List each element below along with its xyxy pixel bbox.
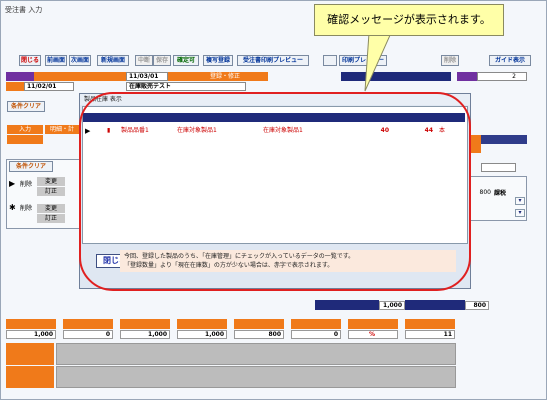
condition-clear-button-2[interactable]: 条件クリア <box>9 161 53 172</box>
stock-grid-header <box>83 113 465 122</box>
row1-change-button[interactable]: 変更 <box>37 177 65 186</box>
remarks-label-2 <box>6 366 54 388</box>
toolbar-blank-button[interactable] <box>323 55 337 66</box>
dialog-note: 今回、登録した製品のうち、「在庫管理」にチェックが入っているデータの一覧です。 … <box>120 250 456 272</box>
summary-label-6 <box>291 319 341 329</box>
status-badge: 登録・修正 <box>208 72 268 81</box>
summary-label-2 <box>63 319 113 329</box>
callout-bubble: 確認メッセージが表示されます。 <box>314 4 504 36</box>
dialog-note-line-1: 今回、登録した製品のうち、「在庫管理」にチェックが入っているデータの一覧です。 <box>124 253 355 260</box>
row1-delete-label: 削除 <box>20 181 33 188</box>
stock-row-name: 在庫対象製品1 <box>177 127 217 134</box>
guide-display-button[interactable]: ガイド表示 <box>489 55 531 66</box>
taxable-label: 課税 <box>494 190 507 197</box>
header-label-orange-1 <box>34 72 126 81</box>
chevron-down-icon-2[interactable]: ▾ <box>515 209 525 217</box>
summary-value-5: 800 <box>234 330 284 339</box>
mid-total-label-2 <box>405 300 465 310</box>
mid-total-label <box>315 300 379 310</box>
condition-clear-button[interactable]: 条件クリア <box>7 101 45 112</box>
summary-label-8 <box>405 319 455 329</box>
row1-correct-button[interactable]: 訂正 <box>37 187 65 196</box>
remarks-field-2[interactable] <box>56 366 456 388</box>
summary-value-4: 1,000 <box>177 330 227 339</box>
page-number-field[interactable]: 2 <box>477 72 527 81</box>
right-navy-block <box>481 135 527 144</box>
summary-value-3: 1,000 <box>120 330 170 339</box>
right-grid-value: 800 <box>479 189 491 196</box>
summary-value-2: 0 <box>63 330 113 339</box>
app-window: 受注書 入力 閉じる 前画面 次画面 新規画面 中断 保存 確定可 複写登録 受… <box>0 0 547 400</box>
chevron-down-icon[interactable]: ▾ <box>515 197 525 205</box>
delete-button[interactable]: 削除 <box>441 55 459 66</box>
summary-label-1 <box>6 319 56 329</box>
tab-input[interactable]: 入力 <box>7 125 43 134</box>
row2-change-button[interactable]: 変更 <box>37 204 65 213</box>
stock-row-code: 製品品番1 <box>121 127 149 134</box>
right-orange-block-1 <box>471 135 481 153</box>
interrupt-button[interactable]: 中断 <box>135 55 153 66</box>
stock-row-qty2: 44 <box>424 127 433 134</box>
header-date2-field[interactable]: 11/02/01 <box>24 82 74 91</box>
summary-value-1: 1,000 <box>6 330 56 339</box>
remarks-field-1[interactable] <box>56 343 456 365</box>
confirm-button[interactable]: 確定可 <box>173 55 199 66</box>
stock-row-unit: 本 <box>439 127 446 134</box>
summary-label-4 <box>177 319 227 329</box>
stock-grid: ▶ ▮ 製品品番1 在庫対象製品1 在庫対象製品1 40 44 本 <box>82 106 468 244</box>
copy-register-button[interactable]: 複写登録 <box>203 55 233 66</box>
row-pointer-icon-dialog: ▶ <box>85 127 91 135</box>
summary-label-7 <box>348 319 398 329</box>
next-screen-button[interactable]: 次画面 <box>69 55 91 66</box>
dialog-title: 製品在庫 表示 <box>80 94 470 105</box>
mid-total-value-1: 1,000 <box>379 301 405 310</box>
close-button[interactable]: 閉じる <box>19 55 41 66</box>
dialog-note-line-2: 「登録数量」より「現在在庫数」の方が少ない場合は、赤字で表示されます。 <box>124 262 334 269</box>
header-label-orange-3 <box>6 82 24 91</box>
callout-pointer <box>364 33 392 92</box>
row-pointer-icon: ▶ <box>9 179 16 188</box>
summary-label-3 <box>120 319 170 329</box>
order-print-preview-button[interactable]: 受注書印刷プレビュー <box>237 55 309 66</box>
right-input-field[interactable] <box>481 163 516 172</box>
summary-label-5 <box>234 319 284 329</box>
summary-value-6: 0 <box>291 330 341 339</box>
left-orange-block <box>7 135 43 144</box>
tab-detail[interactable]: 明細・計 <box>45 125 79 134</box>
remarks-label-1 <box>6 343 54 365</box>
summary-value-7: % <box>348 330 398 339</box>
row2-delete-label: 削除 <box>20 205 33 212</box>
header-label-purple-2 <box>457 72 477 81</box>
row-new-icon: ✱ <box>9 203 16 212</box>
prev-screen-button[interactable]: 前画面 <box>45 55 67 66</box>
customer-name-field[interactable]: 在庫販売テスト <box>126 82 246 91</box>
stock-row-name2: 在庫対象製品1 <box>263 127 303 134</box>
header-label-orange-2 <box>168 72 208 81</box>
stock-row-qty1: 40 <box>380 127 389 134</box>
save-button[interactable]: 保存 <box>153 55 171 66</box>
new-screen-button[interactable]: 新規画面 <box>97 55 129 66</box>
mid-total-value-2: 800 <box>465 301 489 310</box>
header-label-purple <box>6 72 34 81</box>
row2-correct-button[interactable]: 訂正 <box>37 214 65 223</box>
stock-dialog: 製品在庫 表示 ▶ ▮ 製品品番1 在庫対象製品1 在庫対象製品1 40 44 … <box>79 93 471 289</box>
summary-value-8: 11 <box>405 330 455 339</box>
header-date-field[interactable]: 11/03/01 <box>126 72 168 81</box>
window-title: 受注書 入力 <box>5 6 43 14</box>
stock-row-check[interactable]: ▮ <box>107 125 115 137</box>
